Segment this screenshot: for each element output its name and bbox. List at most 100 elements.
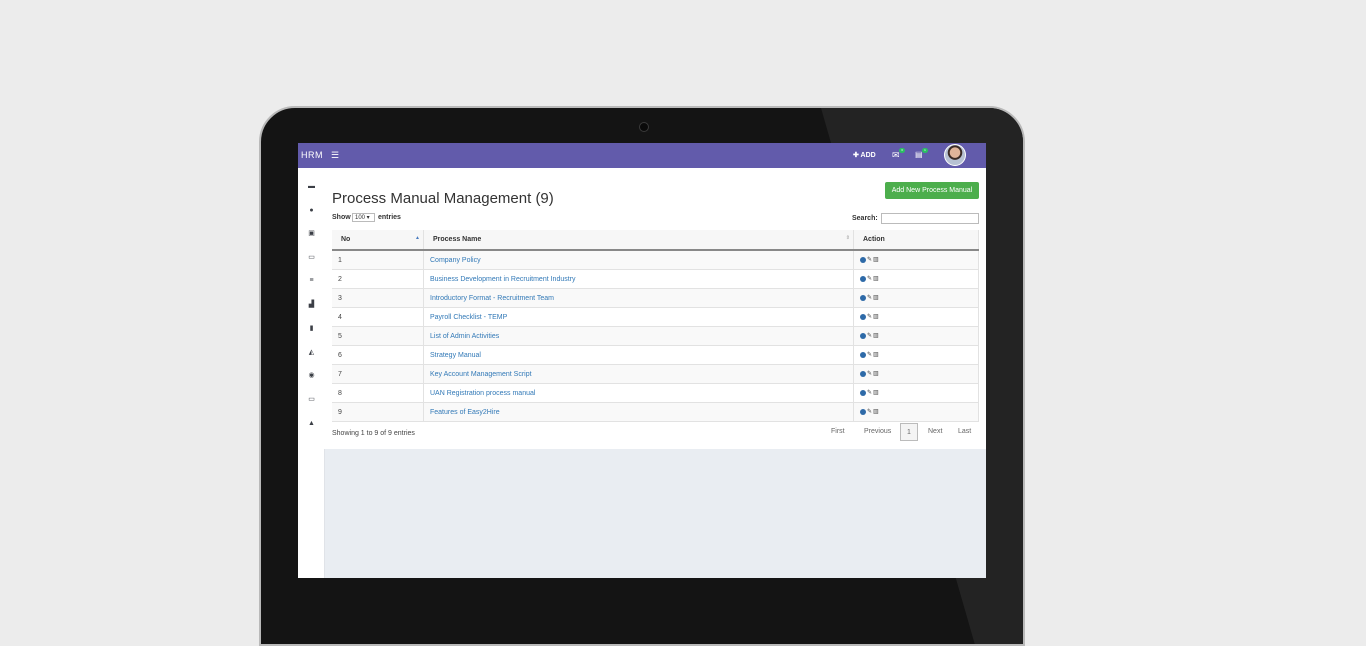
table-row: 7 Key Account Management Script ✎▥ <box>332 364 979 384</box>
row-actions: ✎▥ <box>853 307 979 327</box>
graduation-icon[interactable]: ◭ <box>307 348 316 357</box>
edit-icon[interactable]: ✎ <box>867 408 872 415</box>
trash-icon[interactable]: ▥ <box>873 389 879 396</box>
edit-icon[interactable]: ✎ <box>867 332 872 339</box>
row-number: 2 <box>332 269 424 289</box>
sort-icon: ⇕ <box>845 235 850 241</box>
process-name-link[interactable]: Introductory Format - Recruitment Team <box>430 295 554 302</box>
doc-badge: 1 <box>922 148 928 153</box>
view-icon[interactable] <box>860 408 866 415</box>
trash-icon[interactable]: ▥ <box>873 370 879 377</box>
app-screen: HRM ☰ ✚ ADD ✉ 3 ▤ 1 ▬ ● ▣ ▭ ≡ ▟ ▮ ◭ ◉ ▭ … <box>298 143 986 578</box>
mail-badge: 3 <box>899 148 905 153</box>
process-name-cell: Features of Easy2Hire <box>423 402 854 422</box>
pagination-first[interactable]: First <box>831 423 845 441</box>
column-header-label: No <box>341 236 351 243</box>
edit-icon[interactable]: ✎ <box>867 256 872 263</box>
edit-icon[interactable]: ✎ <box>867 294 872 301</box>
pagination-current-page[interactable]: 1 <box>900 423 918 441</box>
column-header-label: Action <box>863 236 885 243</box>
trash-icon[interactable]: ▥ <box>873 256 879 263</box>
webcam <box>639 122 649 132</box>
view-icon[interactable] <box>860 389 866 396</box>
process-name-cell: List of Admin Activities <box>423 326 854 346</box>
row-number: 6 <box>332 345 424 365</box>
edit-icon[interactable]: ✎ <box>867 370 872 377</box>
row-number: 7 <box>332 364 424 384</box>
view-icon[interactable] <box>860 332 866 339</box>
hamburger-icon[interactable]: ☰ <box>331 150 339 161</box>
process-manual-table: No ▲ Process Name ⇕ Action 1 Company Polic… <box>332 230 979 422</box>
row-number: 3 <box>332 288 424 308</box>
view-icon[interactable] <box>860 351 866 358</box>
sort-asc-icon: ▲ <box>415 235 420 241</box>
trash-icon[interactable]: ▥ <box>873 408 879 415</box>
table-row: 9 Features of Easy2Hire ✎▥ <box>332 402 979 422</box>
view-icon[interactable] <box>860 370 866 377</box>
row-actions: ✎▥ <box>853 402 979 422</box>
table-row: 2 Business Development in Recruitment In… <box>332 269 979 289</box>
money-icon[interactable]: ▭ <box>307 395 316 404</box>
avatar[interactable] <box>944 144 966 166</box>
row-number: 8 <box>332 383 424 403</box>
trash-icon[interactable]: ▥ <box>873 351 879 358</box>
column-header-no[interactable]: No ▲ <box>332 230 424 251</box>
process-name-cell: Key Account Management Script <box>423 364 854 384</box>
show-label: Show <box>332 214 351 221</box>
phone-icon[interactable]: ▣ <box>307 229 316 238</box>
user-icon[interactable]: ● <box>307 206 316 215</box>
trash-icon[interactable]: ▥ <box>873 275 879 282</box>
process-name-link[interactable]: Features of Easy2Hire <box>430 409 500 416</box>
process-name-link[interactable]: Strategy Manual <box>430 352 481 359</box>
eye-icon[interactable]: ◉ <box>307 371 316 380</box>
process-name-link[interactable]: Business Development in Recruitment Indu… <box>430 276 576 283</box>
row-actions: ✎▥ <box>853 345 979 365</box>
row-number: 1 <box>332 250 424 270</box>
process-name-cell: UAN Registration process manual <box>423 383 854 403</box>
trash-icon[interactable]: ▥ <box>873 332 879 339</box>
view-icon[interactable] <box>860 275 866 282</box>
sidebar: ▬ ● ▣ ▭ ≡ ▟ ▮ ◭ ◉ ▭ ▲ <box>298 168 325 578</box>
edit-icon[interactable]: ✎ <box>867 313 872 320</box>
list-icon[interactable]: ≡ <box>307 276 316 285</box>
table-row: 6 Strategy Manual ✎▥ <box>332 345 979 365</box>
table-row: 1 Company Policy ✎▥ <box>332 250 979 270</box>
edit-icon[interactable]: ✎ <box>867 351 872 358</box>
file-icon[interactable]: ▮ <box>307 324 316 333</box>
page-title: Process Manual Management (9) <box>332 190 554 207</box>
brand-logo[interactable]: HRM <box>301 150 323 160</box>
view-icon[interactable] <box>860 313 866 320</box>
edit-icon[interactable]: ✎ <box>867 389 872 396</box>
content-panel: Process Manual Management (9) Add New Pr… <box>324 168 986 449</box>
pagination-previous[interactable]: Previous <box>864 423 891 441</box>
process-name-link[interactable]: Key Account Management Script <box>430 371 532 378</box>
pagination-last[interactable]: Last <box>958 423 971 441</box>
add-new-process-manual-button[interactable]: Add New Process Manual <box>885 182 979 199</box>
add-button[interactable]: ✚ ADD <box>853 151 876 159</box>
folder-icon[interactable]: ▬ <box>307 182 316 191</box>
process-name-cell: Strategy Manual <box>423 345 854 365</box>
process-name-link[interactable]: Payroll Checklist - TEMP <box>430 314 507 321</box>
row-actions: ✎▥ <box>853 269 979 289</box>
row-actions: ✎▥ <box>853 364 979 384</box>
process-name-link[interactable]: Company Policy <box>430 257 481 264</box>
view-icon[interactable] <box>860 294 866 301</box>
view-icon[interactable] <box>860 256 866 263</box>
column-header-process-name[interactable]: Process Name ⇕ <box>423 230 854 251</box>
trash-icon[interactable]: ▥ <box>873 313 879 320</box>
pagination-next[interactable]: Next <box>928 423 942 441</box>
row-actions: ✎▥ <box>853 250 979 270</box>
trash-icon[interactable]: ▥ <box>873 294 879 301</box>
table-row: 4 Payroll Checklist - TEMP ✎▥ <box>332 307 979 327</box>
signal-icon[interactable]: ▟ <box>307 300 316 309</box>
money-icon[interactable]: ▭ <box>307 253 316 262</box>
process-name-cell: Payroll Checklist - TEMP <box>423 307 854 327</box>
entries-length-select[interactable]: 100 ▾ <box>352 213 375 222</box>
process-name-cell: Introductory Format - Recruitment Team <box>423 288 854 308</box>
lock-icon[interactable]: ▲ <box>307 419 316 428</box>
edit-icon[interactable]: ✎ <box>867 275 872 282</box>
row-actions: ✎▥ <box>853 288 979 308</box>
search-input[interactable] <box>881 213 979 224</box>
process-name-link[interactable]: List of Admin Activities <box>430 333 499 340</box>
process-name-link[interactable]: UAN Registration process manual <box>430 390 535 397</box>
